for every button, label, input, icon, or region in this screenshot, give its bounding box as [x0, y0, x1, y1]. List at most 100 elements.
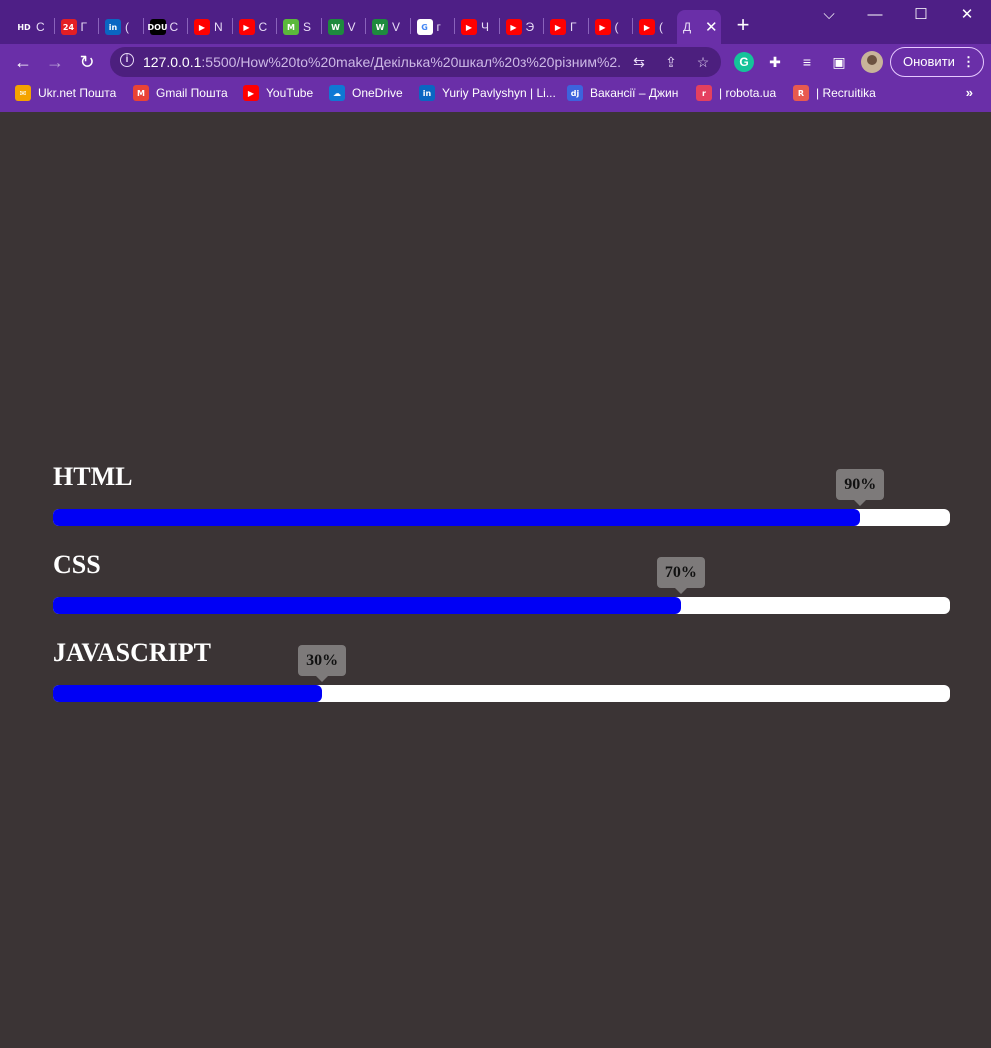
24-icon: 24 [60, 19, 77, 35]
bookmark-item[interactable]: R | Recruitika [793, 85, 876, 101]
robota-icon: r [696, 85, 712, 101]
bookmark-star-icon[interactable]: ☆ [694, 53, 712, 71]
bookmark-label: OneDrive [352, 86, 403, 100]
bookmark-item[interactable]: ✉ Ukr.net Пошта [15, 85, 116, 101]
youtube-icon: ▶ [594, 19, 611, 35]
tab[interactable]: ▶ Г [544, 10, 589, 44]
minimize-icon[interactable]: — [863, 4, 887, 26]
bookmark-label: YouTube [266, 86, 314, 100]
tab[interactable]: in ( [99, 10, 144, 44]
tab[interactable]: ▶ Э [500, 10, 544, 44]
bookmark-label: | Recruitika [816, 86, 876, 100]
bookmark-item[interactable]: in Yuriy Pavlyshyn | Li... [419, 85, 556, 101]
tab[interactable]: WV [322, 10, 366, 44]
tab[interactable]: 24 Г [55, 10, 99, 44]
progress-track [53, 685, 950, 702]
onedrive-icon: ☁ [329, 85, 345, 101]
w-icon: W [372, 19, 388, 35]
tab-title: ( [125, 20, 129, 34]
close-tab-icon[interactable]: ✕ [705, 18, 718, 36]
linkedin-icon: in [419, 85, 435, 101]
bookmark-item[interactable]: r | robota.ua [696, 85, 776, 101]
youtube-icon: ▶ [550, 19, 566, 35]
bookmark-item[interactable]: ▶ YouTube [243, 85, 313, 101]
tab[interactable]: DOU С [144, 10, 188, 44]
bookmark-item[interactable]: M Gmail Пошта [133, 85, 228, 101]
extensions-icon[interactable]: ✚ [765, 52, 785, 72]
youtube-icon: ▶ [461, 19, 477, 35]
tab-search-icon[interactable]: ⌵ [817, 4, 841, 26]
tab-title: С [258, 20, 267, 34]
tab-active[interactable]: Д ✕ [677, 10, 721, 44]
toolbar: ← → ↻ i 127.0.0.1:5500/How%20to%20make/Д… [0, 44, 991, 80]
profile-avatar[interactable] [861, 51, 883, 73]
youtube-icon: ▶ [243, 85, 259, 101]
youtube-icon: ▶ [505, 19, 522, 35]
progress-fill [53, 509, 861, 526]
tab-title: N [214, 20, 222, 34]
tab[interactable]: WV [366, 10, 411, 44]
gmail-icon: M [133, 85, 149, 101]
hd-icon: HD [16, 19, 32, 35]
bookmarks-bar: ✉ Ukr.net Пошта M Gmail Пошта ▶ YouTube ☁ OneDr… [0, 80, 991, 106]
youtube-icon: ▶ [194, 19, 210, 35]
tab[interactable]: ▶( [633, 10, 678, 44]
page-content: HTML 90% CSS 70% JAVASCRIPT 30% [0, 112, 991, 1048]
update-label: Оновити [903, 54, 955, 69]
site-info-icon[interactable]: i [120, 53, 134, 67]
bookmark-label: Ukr.net Пошта [38, 86, 117, 100]
new-tab-button[interactable]: + [733, 14, 753, 37]
tab[interactable]: HD С [10, 10, 55, 44]
tab-title: Ч [481, 20, 489, 34]
reload-button[interactable]: ↻ [75, 50, 99, 74]
bookmark-item[interactable]: ☁ OneDrive [329, 85, 403, 101]
bookmark-label: | robota.ua [719, 86, 777, 100]
percent-tooltip: 90% [836, 469, 885, 506]
recruitika-icon: R [793, 85, 809, 101]
google-icon: G [416, 19, 433, 35]
tab[interactable]: ▶ Ч [455, 10, 500, 44]
tab[interactable]: MS [277, 10, 322, 44]
back-button[interactable]: ← [11, 50, 35, 74]
bookmark-label: Вакансії – Джин [590, 86, 679, 100]
translate-icon[interactable]: ⇆ [630, 53, 648, 71]
browser-chrome: HD С 24 Гin(DOU С ▶ N ▶ С M S W V W V Gг ▶ Ч ▶ Э ▶ Г ▶(▶( Д ✕ … [0, 0, 991, 112]
m-icon: M [283, 19, 299, 35]
percent-tooltip: 30% [298, 645, 347, 682]
maximize-icon[interactable]: ☐ [909, 4, 933, 26]
tab-title: S [303, 20, 311, 34]
tab-title: С [169, 20, 178, 34]
youtube-icon: ▶ [639, 19, 655, 35]
tab-title: С [36, 20, 44, 34]
address-bar[interactable]: i 127.0.0.1:5500/How%20to%20make/Декільк… [110, 47, 721, 77]
tab-title: V [347, 20, 356, 34]
update-button[interactable]: Оновити ⋮ [890, 47, 984, 77]
menu-dots-icon[interactable]: ⋮ [962, 48, 975, 76]
grammarly-icon[interactable]: G [734, 52, 754, 72]
url-text[interactable]: 127.0.0.1:5500/How%20to%20make/Декілька%… [143, 54, 621, 70]
side-panel-icon[interactable]: ▣ [829, 52, 849, 72]
bookmarks-overflow-icon[interactable]: » [966, 85, 973, 100]
tab[interactable]: ▶ N [188, 10, 233, 44]
progress-track [53, 597, 950, 614]
djinni-icon: dj [567, 85, 583, 101]
w-icon: W [327, 19, 344, 35]
share-icon[interactable]: ⇪ [662, 53, 680, 71]
tab-title: V [392, 20, 400, 34]
progress-fill [53, 597, 681, 614]
linkedin-icon: in [105, 19, 121, 35]
progress-track [53, 509, 950, 526]
tab[interactable]: Gг [411, 10, 455, 44]
percent-tooltip: 70% [656, 557, 705, 594]
tab-title: ( [614, 20, 619, 34]
tab[interactable]: ▶( [589, 10, 633, 44]
ukrnet-icon: ✉ [15, 85, 31, 101]
youtube-icon: ▶ [238, 19, 255, 35]
tab[interactable]: ▶ С [233, 10, 277, 44]
close-window-icon[interactable]: ✕ [955, 4, 979, 26]
bookmark-item[interactable]: dj Вакансії – Джин [567, 85, 678, 101]
media-control-icon[interactable]: ≡ [797, 52, 817, 72]
skill-name: CSS [53, 550, 101, 579]
forward-button[interactable]: → [43, 50, 67, 74]
tab-title: Д [683, 20, 692, 34]
